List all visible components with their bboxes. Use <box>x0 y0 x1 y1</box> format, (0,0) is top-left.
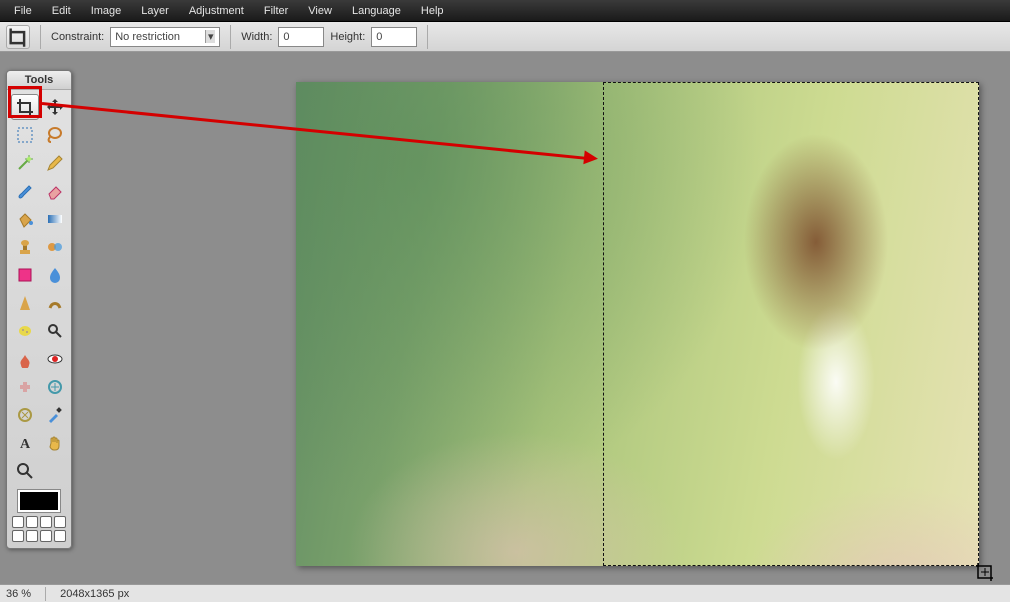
menu-filter[interactable]: Filter <box>254 2 298 20</box>
foreground-color-swatch[interactable] <box>18 490 60 512</box>
paint-bucket-tool[interactable] <box>11 206 39 232</box>
blur-tool[interactable] <box>41 262 69 288</box>
preset-swatches <box>7 516 71 542</box>
sharpen-tool[interactable] <box>11 290 39 316</box>
annotation-highlight-box <box>8 86 42 118</box>
tools-grid: A <box>7 90 71 488</box>
preset-swatch[interactable] <box>26 530 38 542</box>
menu-view[interactable]: View <box>298 2 342 20</box>
red-eye-tool[interactable] <box>41 346 69 372</box>
status-zoom: 36 % <box>6 588 31 600</box>
width-input[interactable] <box>278 27 324 47</box>
dodge-tool[interactable] <box>41 318 69 344</box>
zoom-tool[interactable] <box>11 458 39 484</box>
constraint-label: Constraint: <box>51 31 104 43</box>
spot-heal-tool[interactable] <box>11 374 39 400</box>
menu-image[interactable]: Image <box>81 2 132 20</box>
marquee-tool[interactable] <box>11 122 39 148</box>
drawing-tool[interactable] <box>11 262 39 288</box>
colorpicker-tool[interactable] <box>41 402 69 428</box>
smudge-tool[interactable] <box>41 290 69 316</box>
status-dimensions: 2048x1365 px <box>60 588 129 600</box>
active-tool-icon <box>6 25 30 49</box>
preset-swatch[interactable] <box>12 516 24 528</box>
preset-swatch[interactable] <box>12 530 24 542</box>
preset-swatch[interactable] <box>40 530 52 542</box>
preset-swatch[interactable] <box>54 516 66 528</box>
canvas[interactable] <box>296 82 979 566</box>
bloat-tool[interactable] <box>41 374 69 400</box>
separator <box>45 587 46 601</box>
crop-marquee[interactable] <box>603 82 979 566</box>
color-replace-tool[interactable] <box>41 234 69 260</box>
eraser-tool[interactable] <box>41 178 69 204</box>
separator <box>40 25 41 49</box>
svg-text:A: A <box>20 437 31 452</box>
brush-tool[interactable] <box>11 178 39 204</box>
dropdown-arrow-icon: ▾ <box>205 30 215 43</box>
preset-swatch[interactable] <box>40 516 52 528</box>
color-swatch-area <box>7 488 71 512</box>
width-label: Width: <box>241 31 272 43</box>
burn-tool[interactable] <box>11 346 39 372</box>
menu-layer[interactable]: Layer <box>131 2 179 20</box>
menu-adjustment[interactable]: Adjustment <box>179 2 254 20</box>
wand-tool[interactable] <box>11 150 39 176</box>
hand-tool[interactable] <box>41 430 69 456</box>
menu-help[interactable]: Help <box>411 2 454 20</box>
status-bar: 36 % 2048x1365 px <box>0 584 1010 602</box>
constraint-select[interactable]: No restriction ▾ <box>110 27 220 47</box>
separator <box>427 25 428 49</box>
pencil-tool[interactable] <box>41 150 69 176</box>
option-bar: Constraint: No restriction ▾ Width: Heig… <box>0 22 1010 52</box>
lasso-tool[interactable] <box>41 122 69 148</box>
separator <box>230 25 231 49</box>
tools-panel: Tools A <box>6 70 72 549</box>
constraint-value: No restriction <box>115 31 180 43</box>
crop-cursor-icon <box>975 562 995 582</box>
height-label: Height: <box>330 31 365 43</box>
menu-bar: File Edit Image Layer Adjustment Filter … <box>0 0 1010 22</box>
menu-file[interactable]: File <box>4 2 42 20</box>
menu-language[interactable]: Language <box>342 2 411 20</box>
preset-swatch[interactable] <box>26 516 38 528</box>
gradient-tool[interactable] <box>41 206 69 232</box>
height-input[interactable] <box>371 27 417 47</box>
sponge-tool[interactable] <box>11 318 39 344</box>
menu-edit[interactable]: Edit <box>42 2 81 20</box>
pinch-tool[interactable] <box>11 402 39 428</box>
clone-stamp-tool[interactable] <box>11 234 39 260</box>
preset-swatch[interactable] <box>54 530 66 542</box>
annotation-arrow-head-icon <box>583 150 598 165</box>
type-tool[interactable]: A <box>11 430 39 456</box>
